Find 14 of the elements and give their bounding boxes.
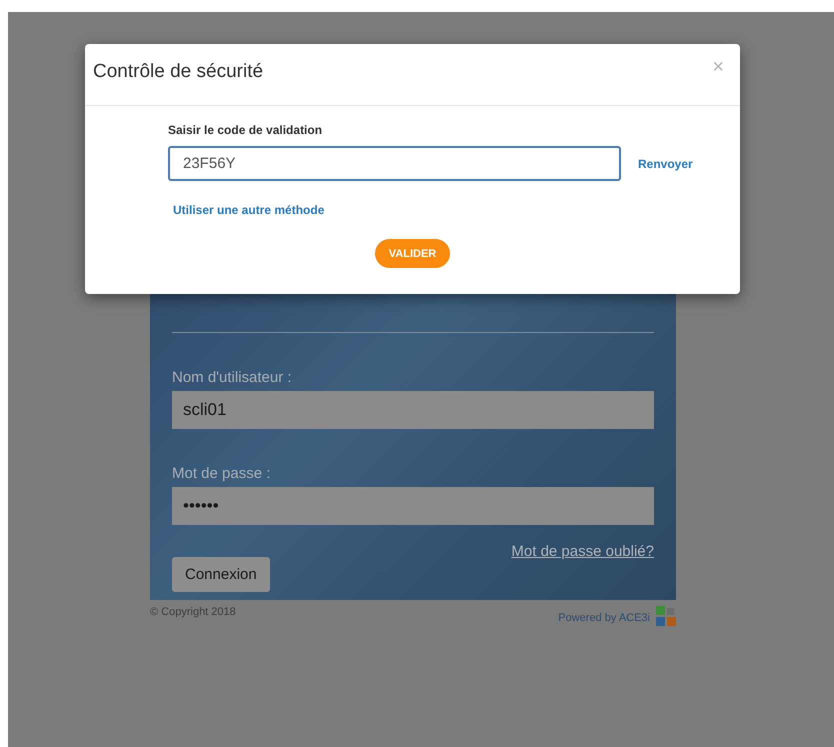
code-label: Saisir le code de validation [168, 123, 324, 137]
resend-link[interactable]: Renvoyer [638, 156, 693, 170]
field-label: Nom d'utilisateur : [172, 369, 293, 387]
login-button[interactable]: Connexion [172, 557, 270, 592]
copyright-text: © Copyright 2018 [150, 606, 236, 620]
input-field[interactable]: •••••• [172, 487, 654, 525]
input-field[interactable]: scli01 [172, 391, 654, 429]
code-input-field[interactable]: 23F56Y [168, 146, 621, 181]
forgot-password-link[interactable]: Mot de passe oublié? [511, 543, 654, 560]
dialog-title: Contrôle de sécurité [93, 61, 264, 83]
validate-button[interactable]: VALIDER [374, 239, 450, 268]
other-method-link[interactable]: Utiliser une autre méthode [173, 203, 324, 217]
squares-logo-icon [656, 606, 676, 626]
field-label: Mot de passe : [172, 465, 272, 483]
